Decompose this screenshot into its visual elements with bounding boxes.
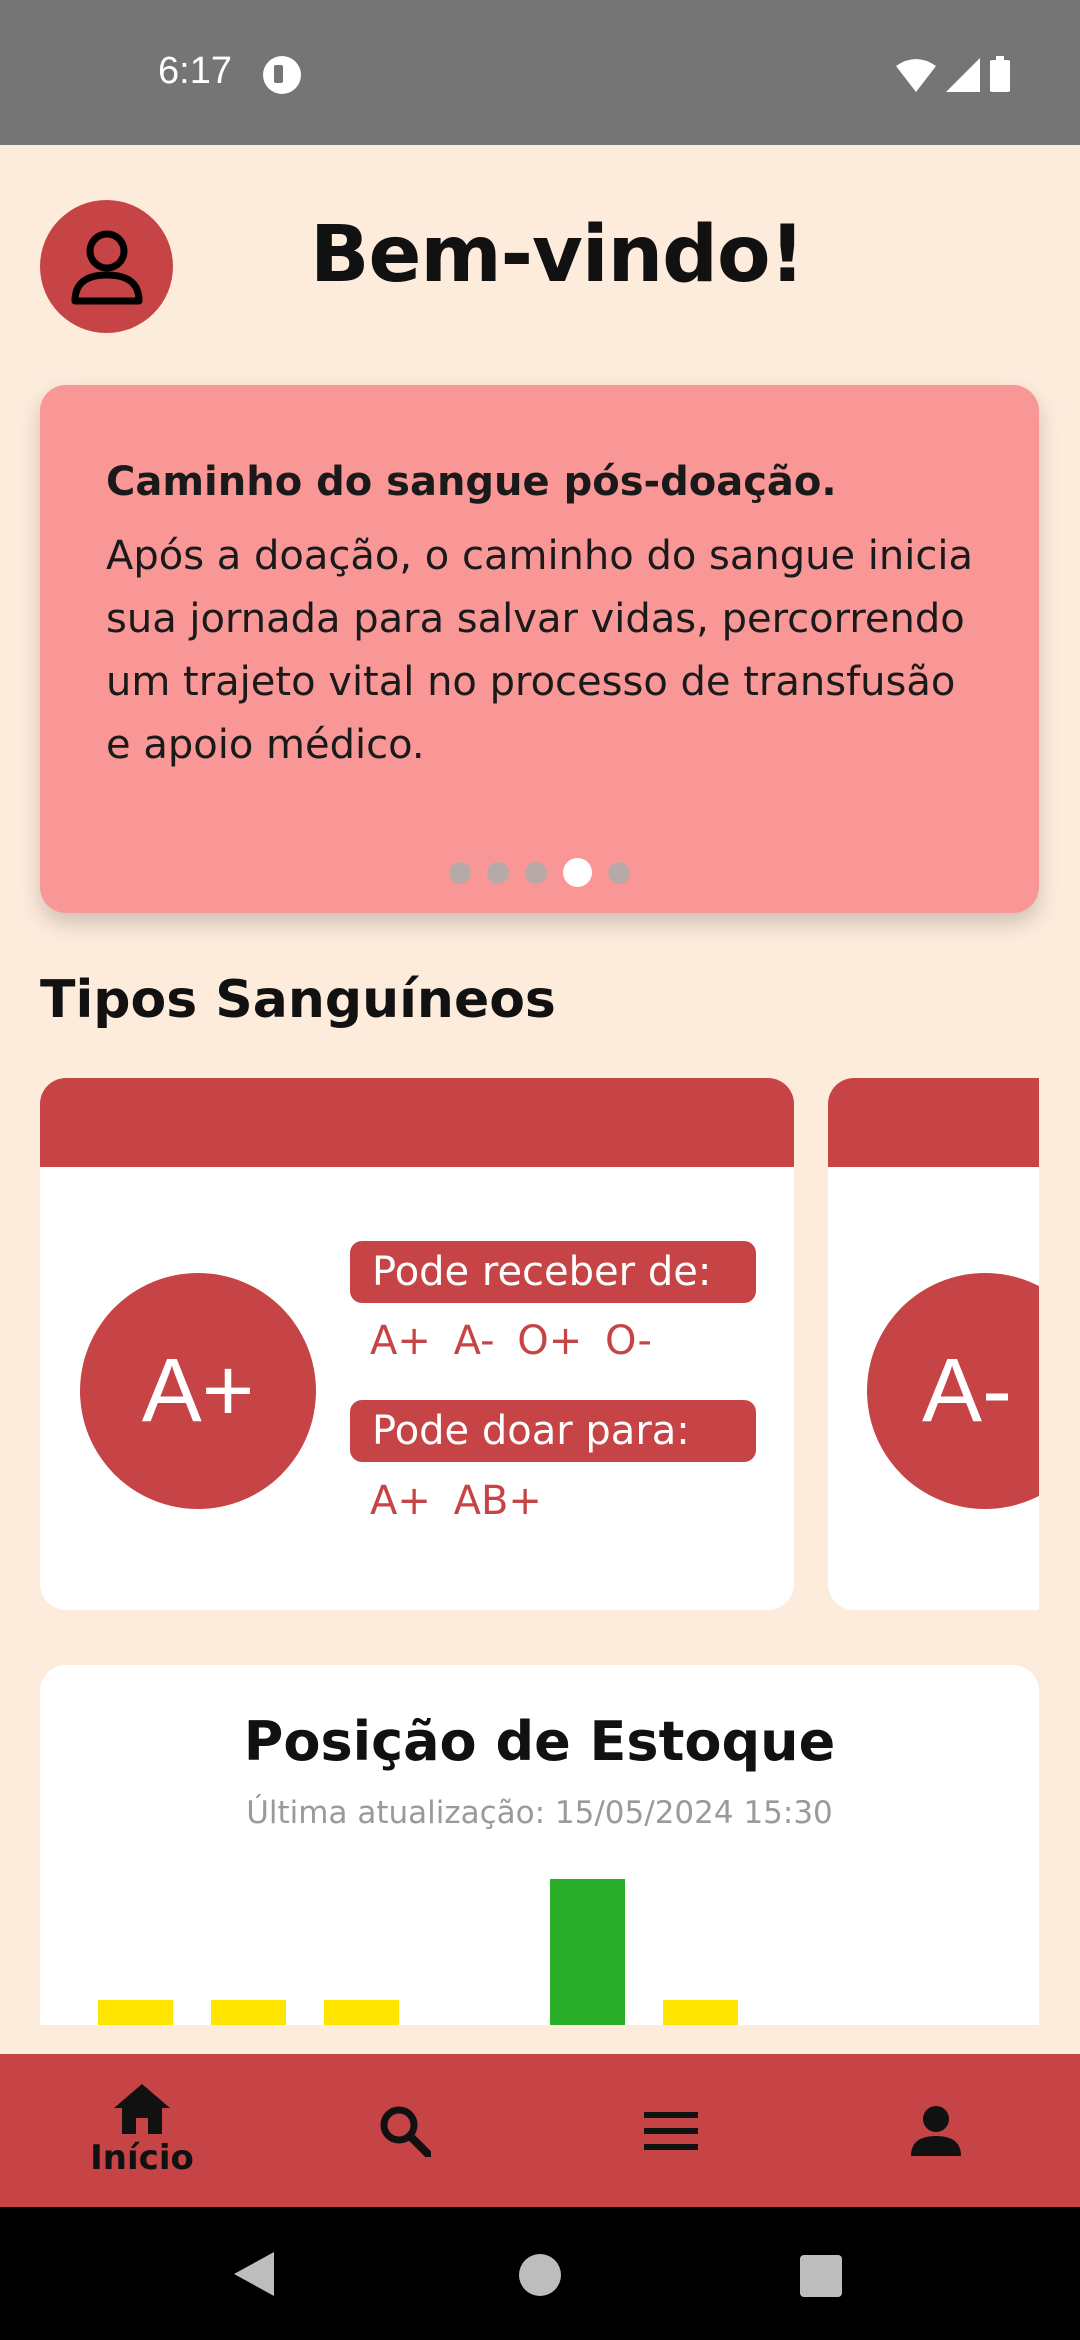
info-carousel[interactable]: Caminho do sangue pós-doação. Após a doa… [40, 385, 1039, 913]
system-navigation-bar [0, 2207, 1080, 2340]
stock-bar [98, 2000, 173, 2025]
nav-item-search[interactable] [270, 2054, 540, 2207]
stock-updated: Última atualização: 15/05/2024 15:30 [246, 1795, 833, 1831]
carousel-dot[interactable] [487, 861, 509, 884]
person-outline-icon [71, 230, 142, 304]
carousel-dot[interactable] [525, 861, 547, 884]
nav-label-home: Início [90, 2137, 194, 2178]
receive-types: A+ A- O+ O- [370, 1318, 652, 1364]
back-icon[interactable] [234, 2252, 274, 2296]
stock-bar [550, 1879, 625, 2025]
stock-title: Posição de Estoque [243, 1710, 836, 1773]
wifi-icon [896, 59, 936, 92]
receive-label: Pode receber de: [350, 1241, 756, 1303]
nav-item-home[interactable]: Início [7, 2054, 277, 2207]
status-bar: 6:17 [0, 0, 1080, 145]
home-icon [114, 2083, 170, 2134]
carousel-title: Caminho do sangue pós-doação. [106, 459, 837, 505]
stock-bar [324, 2000, 399, 2025]
bottom-navigation: Início [0, 2054, 1080, 2207]
stock-bar [663, 2000, 738, 2025]
search-icon [380, 2106, 431, 2157]
status-icons [896, 56, 1010, 92]
blood-type-badge: A+ [80, 1273, 316, 1509]
stock-card: Posição de Estoque Última atualização: 1… [40, 1665, 1039, 2025]
blood-type-badge: A- [867, 1273, 1039, 1509]
donate-types: A+ AB+ [370, 1478, 542, 1524]
carousel-dot-active[interactable] [563, 858, 592, 887]
menu-icon [644, 2111, 698, 2150]
card-header-band [828, 1078, 1039, 1167]
carousel-dot[interactable] [449, 861, 471, 884]
blood-type-card[interactable]: A+ Pode receber de: A+ A- O+ O- Pode doa… [40, 1078, 794, 1610]
battery-icon [990, 56, 1010, 92]
home-circle-icon[interactable] [519, 2254, 561, 2296]
donate-label: Pode doar para: [350, 1400, 756, 1462]
carousel-text: Após a doação, o caminho do sangue inici… [106, 533, 973, 768]
app-notification-icon [263, 56, 301, 94]
recents-icon[interactable] [800, 2255, 842, 2297]
person-icon [911, 2105, 961, 2156]
welcome-title: Bem-vindo! [310, 210, 805, 300]
status-time: 6:17 [158, 50, 232, 92]
carousel-dot[interactable] [608, 861, 630, 884]
nav-item-menu[interactable] [536, 2054, 806, 2207]
signal-icon [946, 58, 980, 92]
stock-bar [211, 2000, 286, 2025]
profile-avatar[interactable] [40, 200, 173, 333]
blood-types-title: Tipos Sanguíneos [40, 970, 556, 1030]
carousel-dots[interactable] [40, 858, 1039, 887]
blood-type-card[interactable]: A- [828, 1078, 1039, 1610]
nav-item-profile[interactable] [801, 2054, 1071, 2207]
card-header-band [40, 1078, 794, 1167]
